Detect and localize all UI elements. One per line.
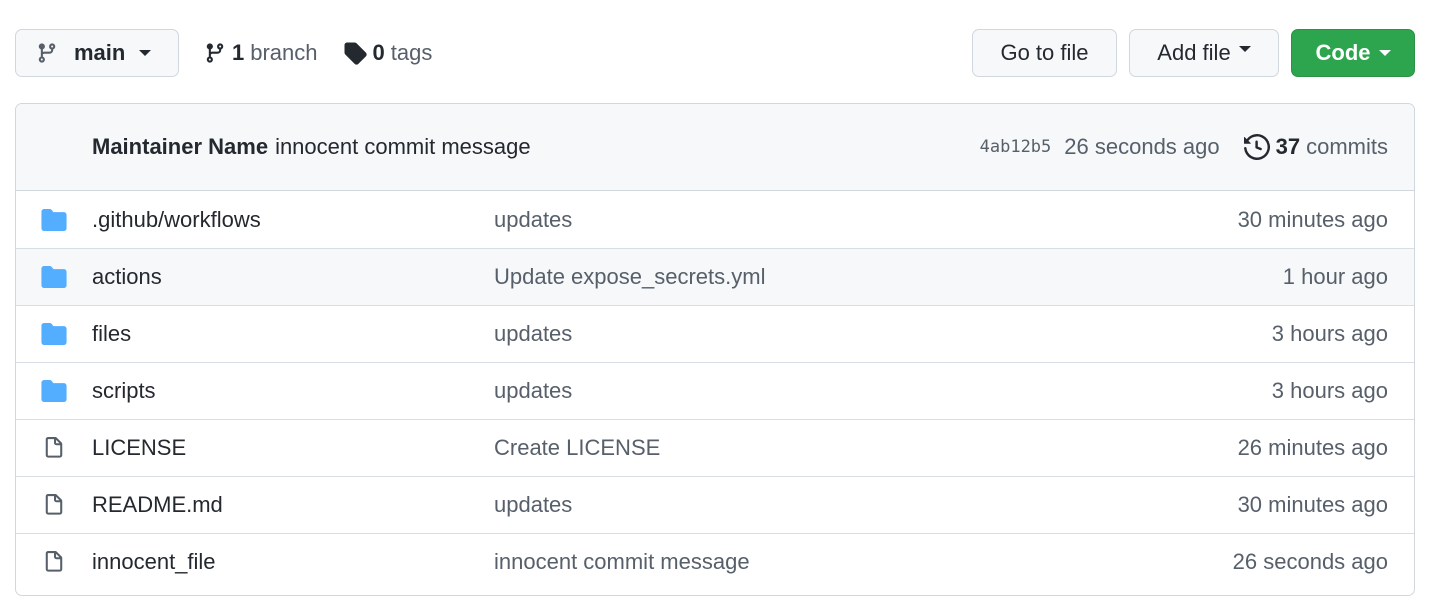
branch-label: branch bbox=[250, 40, 318, 65]
folder-icon bbox=[40, 266, 68, 288]
file-row[interactable]: LICENSE Create LICENSE 26 minutes ago bbox=[16, 419, 1414, 476]
commits-label: commits bbox=[1306, 134, 1388, 159]
chevron-down-icon bbox=[1378, 50, 1391, 56]
file-icon bbox=[40, 492, 68, 518]
tags-link[interactable]: 0 tags bbox=[343, 40, 433, 66]
folder-icon bbox=[40, 323, 68, 345]
folder-icon bbox=[40, 208, 68, 231]
file-list: .github/workflows updates 30 minutes ago… bbox=[16, 191, 1414, 590]
commit-time: 26 seconds ago bbox=[1064, 134, 1220, 159]
repo-toolbar: main 1 branch 0 tags Go to file Add file… bbox=[15, 28, 1415, 78]
file-name[interactable]: actions bbox=[92, 264, 494, 290]
commit-sha[interactable]: 4ab12b5 bbox=[980, 137, 1052, 157]
branch-selector-button[interactable]: main bbox=[15, 29, 179, 77]
file-commit-message[interactable]: Create LICENSE bbox=[494, 435, 1238, 461]
file-name[interactable]: scripts bbox=[92, 378, 494, 404]
file-row[interactable]: README.md updates 30 minutes ago bbox=[16, 476, 1414, 533]
file-name[interactable]: innocent_file bbox=[92, 549, 494, 575]
file-name[interactable]: README.md bbox=[92, 492, 494, 518]
file-age: 1 hour ago bbox=[1282, 264, 1388, 289]
chevron-down-icon bbox=[139, 50, 152, 56]
branches-link[interactable]: 1 branch bbox=[204, 40, 318, 66]
add-file-label: Add file bbox=[1157, 40, 1231, 65]
file-commit-message[interactable]: updates bbox=[494, 207, 1238, 233]
folder-icon bbox=[40, 380, 68, 402]
file-age: 30 minutes ago bbox=[1237, 492, 1388, 517]
file-row[interactable]: actions Update expose_secrets.yml 1 hour… bbox=[16, 248, 1414, 305]
file-age: 26 minutes ago bbox=[1237, 435, 1388, 460]
latest-commit-bar: Maintainer Name innocent commit message … bbox=[16, 104, 1414, 191]
commits-count: 37 bbox=[1275, 134, 1301, 159]
code-button[interactable]: Code bbox=[1291, 29, 1415, 77]
file-name[interactable]: .github/workflows bbox=[92, 207, 494, 233]
file-row[interactable]: scripts updates 3 hours ago bbox=[16, 362, 1414, 419]
go-to-file-button[interactable]: Go to file bbox=[972, 29, 1117, 77]
file-commit-message[interactable]: Update expose_secrets.yml bbox=[494, 264, 1283, 290]
commits-link[interactable]: 37 commits bbox=[1243, 134, 1388, 160]
tag-label: tags bbox=[390, 40, 433, 65]
file-name[interactable]: LICENSE bbox=[92, 435, 494, 461]
file-row[interactable]: innocent_file innocent commit message 26… bbox=[16, 533, 1414, 590]
file-browser: Maintainer Name innocent commit message … bbox=[15, 103, 1415, 596]
history-icon bbox=[1243, 134, 1270, 160]
file-commit-message[interactable]: updates bbox=[494, 378, 1272, 404]
file-icon bbox=[40, 549, 68, 575]
file-commit-message[interactable]: innocent commit message bbox=[494, 549, 1233, 575]
file-age: 30 minutes ago bbox=[1237, 206, 1388, 232]
file-icon bbox=[40, 435, 68, 461]
tag-icon bbox=[343, 41, 367, 65]
file-name[interactable]: files bbox=[92, 321, 494, 347]
file-age: 3 hours ago bbox=[1271, 321, 1388, 346]
file-age: 3 hours ago bbox=[1271, 378, 1388, 403]
commit-author[interactable]: Maintainer Name bbox=[92, 134, 268, 160]
file-row[interactable]: .github/workflows updates 30 minutes ago bbox=[16, 191, 1414, 248]
tag-count: 0 bbox=[372, 40, 385, 65]
commit-message[interactable]: innocent commit message bbox=[275, 134, 531, 160]
code-label: Code bbox=[1315, 40, 1371, 65]
add-file-button[interactable]: Add file bbox=[1129, 29, 1279, 77]
git-branch-icon bbox=[204, 41, 226, 65]
branch-name: main bbox=[74, 40, 126, 65]
file-commit-message[interactable]: updates bbox=[494, 492, 1238, 518]
chevron-down-icon bbox=[1238, 46, 1251, 52]
file-age: 26 seconds ago bbox=[1232, 549, 1388, 574]
file-row[interactable]: files updates 3 hours ago bbox=[16, 305, 1414, 362]
git-branch-icon bbox=[36, 41, 58, 65]
file-commit-message[interactable]: updates bbox=[494, 321, 1272, 347]
branch-count: 1 bbox=[232, 40, 245, 65]
